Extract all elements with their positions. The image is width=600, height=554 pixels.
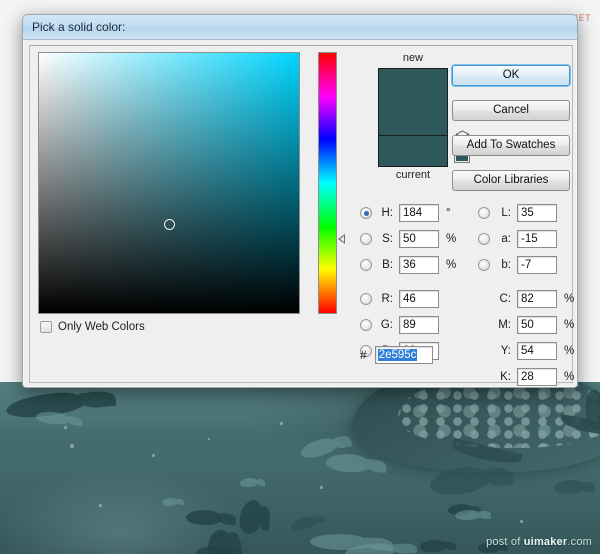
underwater-wallpaper: post of uimaker.com xyxy=(0,382,600,554)
unit-s: % xyxy=(446,233,457,245)
label-l: L: xyxy=(501,207,511,219)
color-libraries-button[interactable]: Color Libraries xyxy=(452,170,570,191)
new-color-swatch xyxy=(378,68,448,136)
radio-r[interactable] xyxy=(360,293,372,305)
radio-b-brightness[interactable] xyxy=(360,259,372,271)
watermark-prefix: post of xyxy=(486,536,524,548)
hue-gradient[interactable] xyxy=(319,53,336,313)
label-b-lab: b: xyxy=(501,259,511,271)
checkbox-box[interactable] xyxy=(40,321,52,333)
label-s: S: xyxy=(382,233,393,245)
unit-h: ° xyxy=(446,207,451,219)
input-l[interactable]: 35 xyxy=(517,204,557,222)
hex-input[interactable]: 2e595c xyxy=(374,346,433,364)
input-s[interactable]: 50 xyxy=(399,230,439,248)
label-h: H: xyxy=(381,207,394,219)
label-r: R: xyxy=(381,293,394,305)
unit-m: % xyxy=(564,319,575,331)
current-color-swatch[interactable] xyxy=(378,136,448,167)
field-row-b-lab: b: -7 xyxy=(478,255,557,275)
unit-k: % xyxy=(564,371,575,383)
field-row-b-brightness: B: 36 % xyxy=(360,255,456,275)
color-picker-dialog: Pick a solid color: Only Web Colors new xyxy=(22,14,578,388)
input-b-lab[interactable]: -7 xyxy=(517,256,557,274)
desktop: post of uimaker.com PS设计教程网 WWW.MISSYUAN… xyxy=(0,0,600,554)
cancel-button[interactable]: Cancel xyxy=(452,100,570,121)
ok-button[interactable]: OK xyxy=(452,65,570,86)
current-color-label: current xyxy=(395,169,431,181)
radio-a[interactable] xyxy=(478,233,490,245)
radio-b-lab[interactable] xyxy=(478,259,490,271)
input-a[interactable]: -15 xyxy=(517,230,557,248)
input-h[interactable]: 184 xyxy=(399,204,439,222)
hue-slider[interactable] xyxy=(318,52,337,314)
label-g: G: xyxy=(380,319,393,331)
label-y: Y: xyxy=(500,345,511,357)
input-k[interactable]: 28 xyxy=(517,368,557,386)
input-g[interactable]: 89 xyxy=(399,316,439,334)
radio-s[interactable] xyxy=(360,233,372,245)
dialog-body: Only Web Colors new current OK Cancel Ad… xyxy=(29,45,574,386)
add-to-swatches-button[interactable]: Add To Swatches xyxy=(452,135,570,156)
label-c: C: xyxy=(499,293,512,305)
field-gradient[interactable] xyxy=(39,53,299,313)
field-row-r: R: 46 xyxy=(360,289,439,309)
label-k: K: xyxy=(500,371,511,383)
dialog-titlebar[interactable]: Pick a solid color: xyxy=(23,15,577,40)
hue-slider-marker[interactable] xyxy=(338,234,345,244)
field-row-g: G: 89 xyxy=(360,315,439,335)
field-row-s: S: 50 % xyxy=(360,229,456,249)
saturation-brightness-field[interactable] xyxy=(38,52,300,314)
field-row-c: C: 82 % xyxy=(478,289,574,309)
watermark-brand: uimaker xyxy=(523,536,568,548)
input-c[interactable]: 82 xyxy=(517,290,557,308)
input-m[interactable]: 50 xyxy=(517,316,557,334)
input-y[interactable]: 54 xyxy=(517,342,557,360)
field-row-y: Y: 54 % xyxy=(478,341,574,361)
radio-g[interactable] xyxy=(360,319,372,331)
radio-l[interactable] xyxy=(478,207,490,219)
input-b-brightness[interactable]: 36 xyxy=(399,256,439,274)
new-color-label: new xyxy=(402,52,424,64)
label-a: a: xyxy=(501,233,511,245)
radio-h[interactable] xyxy=(360,207,372,219)
field-row-l: L: 35 xyxy=(478,203,557,223)
field-cursor-marker[interactable] xyxy=(164,219,175,230)
watermark-suffix: .com xyxy=(567,536,592,548)
hex-hash-label: # xyxy=(360,348,367,362)
input-r[interactable]: 46 xyxy=(399,290,439,308)
field-row-a: a: -15 xyxy=(478,229,557,249)
only-web-colors-checkbox[interactable]: Only Web Colors xyxy=(40,321,145,333)
hex-value: 2e595c xyxy=(377,349,418,361)
unit-c: % xyxy=(564,293,575,305)
dialog-title: Pick a solid color: xyxy=(32,20,126,34)
unit-b-brightness: % xyxy=(446,259,457,271)
label-m: M: xyxy=(498,319,511,331)
uimaker-watermark: post of uimaker.com xyxy=(486,536,592,548)
only-web-colors-label: Only Web Colors xyxy=(58,321,145,333)
hex-field-row: # 2e595c xyxy=(360,346,433,364)
field-row-m: M: 50 % xyxy=(478,315,574,335)
field-row-h: H: 184 ° xyxy=(360,203,451,223)
field-row-k: K: 28 % xyxy=(478,367,574,387)
label-b-brightness: B: xyxy=(382,259,393,271)
unit-y: % xyxy=(564,345,575,357)
